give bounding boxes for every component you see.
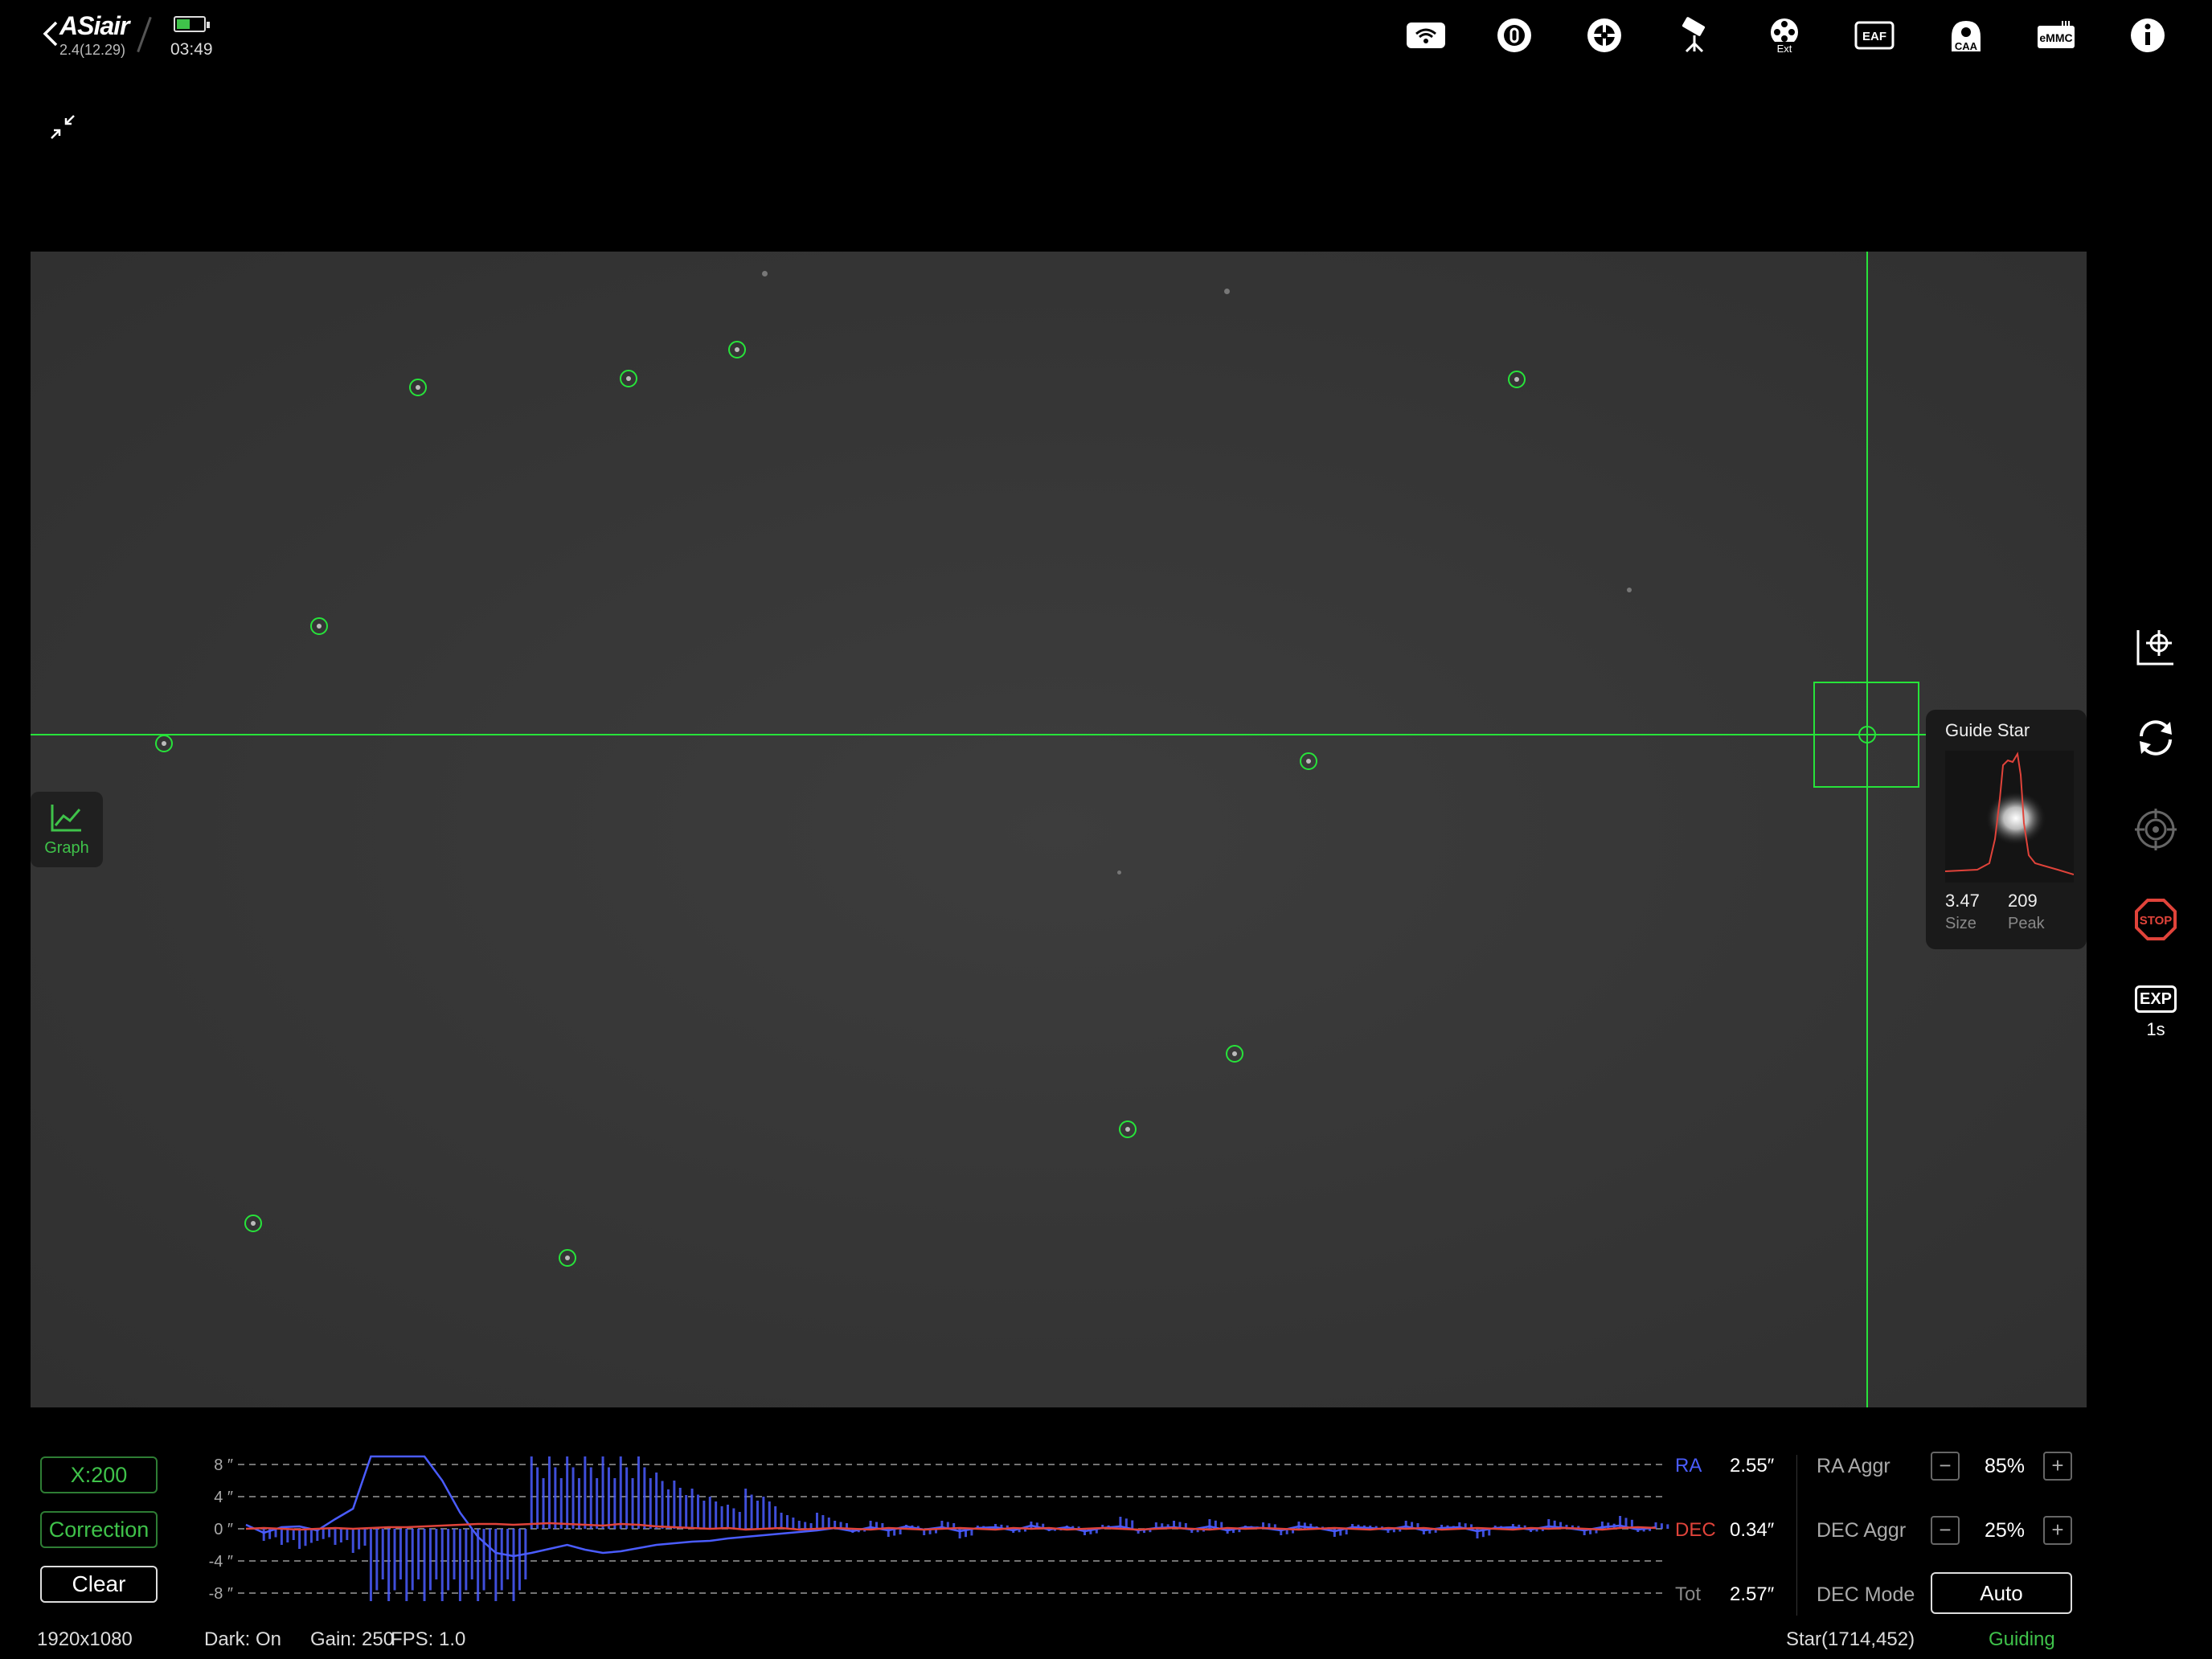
y-tick-label: 0 ″ (214, 1521, 233, 1538)
exposure-value: 1s (2146, 1019, 2165, 1039)
star-marker[interactable] (1119, 1120, 1137, 1138)
dec-mode-label: DEC Mode (1817, 1583, 1915, 1606)
y-tick-label: 4 ″ (214, 1489, 233, 1506)
emmc-storage-icon[interactable]: eMMC (2035, 16, 2077, 55)
star-marker[interactable] (728, 341, 746, 358)
calibration-icon[interactable] (2133, 624, 2178, 669)
ra-aggr-label: RA Aggr (1817, 1455, 1890, 1477)
dec-aggr-label: DEC Aggr (1817, 1519, 1907, 1542)
target-icon[interactable] (2133, 807, 2178, 852)
filter-wheel-ext-icon[interactable]: Ext (1763, 16, 1805, 55)
info-icon[interactable] (2127, 16, 2169, 55)
star-marker[interactable] (244, 1215, 262, 1232)
guide-star-size-label: Size (1945, 915, 1976, 932)
dec-legend-label: DEC (1675, 1519, 1716, 1541)
guide-camera-icon[interactable] (1583, 16, 1625, 55)
guide-star-marker[interactable] (1858, 726, 1876, 743)
faint-star (1117, 870, 1121, 875)
app-logo: ASiair (59, 11, 129, 40)
star-marker[interactable] (1508, 371, 1526, 388)
ra-legend-label: RA (1675, 1455, 1702, 1477)
guide-camera-view[interactable] (31, 252, 2087, 1407)
gain-status: Gain: 250 (310, 1628, 395, 1650)
star-marker[interactable] (559, 1249, 576, 1267)
star-marker[interactable] (1300, 752, 1317, 770)
ra-error-line (245, 1455, 1657, 1558)
ra-aggr-plus-button[interactable]: + (2043, 1452, 2072, 1481)
star-marker[interactable] (620, 370, 637, 387)
total-legend-label: Tot (1675, 1583, 1702, 1605)
guide-star-profile (1944, 751, 2075, 883)
stop-label: STOP (2140, 914, 2173, 928)
star-marker[interactable] (155, 735, 173, 752)
eaf-label: EAF (1862, 30, 1886, 43)
dec-mode-select[interactable]: Auto (1931, 1572, 2072, 1614)
guiding-graph[interactable]: 8 ″ 4 ″ 0 ″ -4 ″ -8 ″ (193, 1439, 1672, 1620)
crosshair-vertical (1866, 252, 1868, 1407)
y-tick-label: -8 ″ (209, 1585, 233, 1603)
clear-button[interactable]: Clear (40, 1566, 158, 1603)
resolution-status: 1920x1080 (37, 1628, 133, 1650)
caa-label: CAA (1955, 40, 1978, 52)
scale-button[interactable]: X:200 (40, 1456, 158, 1493)
star-marker[interactable] (310, 617, 328, 635)
ra-aggr-value: 85% (1984, 1455, 2026, 1477)
collapse-icon[interactable] (47, 111, 79, 143)
graph-toggle-label: Graph (44, 839, 89, 857)
emmc-label: eMMC (2039, 31, 2072, 44)
correction-button[interactable]: Correction (40, 1511, 158, 1548)
star-marker[interactable] (409, 379, 427, 396)
caa-icon[interactable]: CAA (1945, 16, 1987, 55)
guide-star-title: Guide Star (1945, 720, 2030, 740)
faint-star (762, 271, 768, 276)
guide-star-size-value: 3.47 (1945, 891, 1980, 911)
faint-star (1224, 289, 1230, 294)
wifi-icon[interactable] (1405, 16, 1447, 55)
line-chart-icon (51, 805, 81, 832)
battery-icon (174, 16, 210, 32)
fps-status: FPS: 1.0 (391, 1628, 466, 1650)
graph-toggle-button[interactable]: Graph (31, 792, 103, 867)
loop-refresh-icon[interactable] (2133, 715, 2178, 760)
divider (137, 16, 152, 53)
ext-label: Ext (1777, 43, 1792, 55)
dark-status: Dark: On (204, 1628, 282, 1650)
dec-aggr-value: 25% (1984, 1519, 2026, 1542)
clock: 03:49 (170, 40, 213, 59)
star-position-status: Star(1714,452) (1786, 1628, 1915, 1650)
eaf-icon[interactable]: EAF (1854, 16, 1895, 55)
y-tick-label: 8 ″ (214, 1456, 233, 1474)
exposure-icon[interactable]: EXP (2135, 985, 2177, 1013)
panel-divider (1796, 1455, 1797, 1616)
dec-aggr-minus-button[interactable]: − (1931, 1516, 1960, 1545)
y-tick-label: -4 ″ (209, 1553, 233, 1571)
app-version: 2.4(12.29) (59, 42, 126, 58)
stop-icon[interactable]: STOP (2133, 897, 2178, 942)
guide-star-peak-label: Peak (2008, 915, 2045, 932)
ra-aggr-minus-button[interactable]: − (1931, 1452, 1960, 1481)
dec-aggr-plus-button[interactable]: + (2043, 1516, 2072, 1545)
total-error-value: 2.57″ (1730, 1583, 1775, 1605)
guiding-state: Guiding (1989, 1628, 2055, 1650)
ra-error-value: 2.55″ (1730, 1455, 1775, 1477)
camera-icon[interactable] (1493, 16, 1535, 55)
faint-star (1627, 588, 1632, 592)
dec-error-value: 0.34″ (1730, 1519, 1775, 1541)
crosshair-horizontal (31, 734, 2087, 735)
telescope-mount-icon[interactable] (1673, 16, 1715, 55)
star-marker[interactable] (1226, 1045, 1243, 1063)
guide-star-peak-value: 209 (2008, 891, 2038, 911)
